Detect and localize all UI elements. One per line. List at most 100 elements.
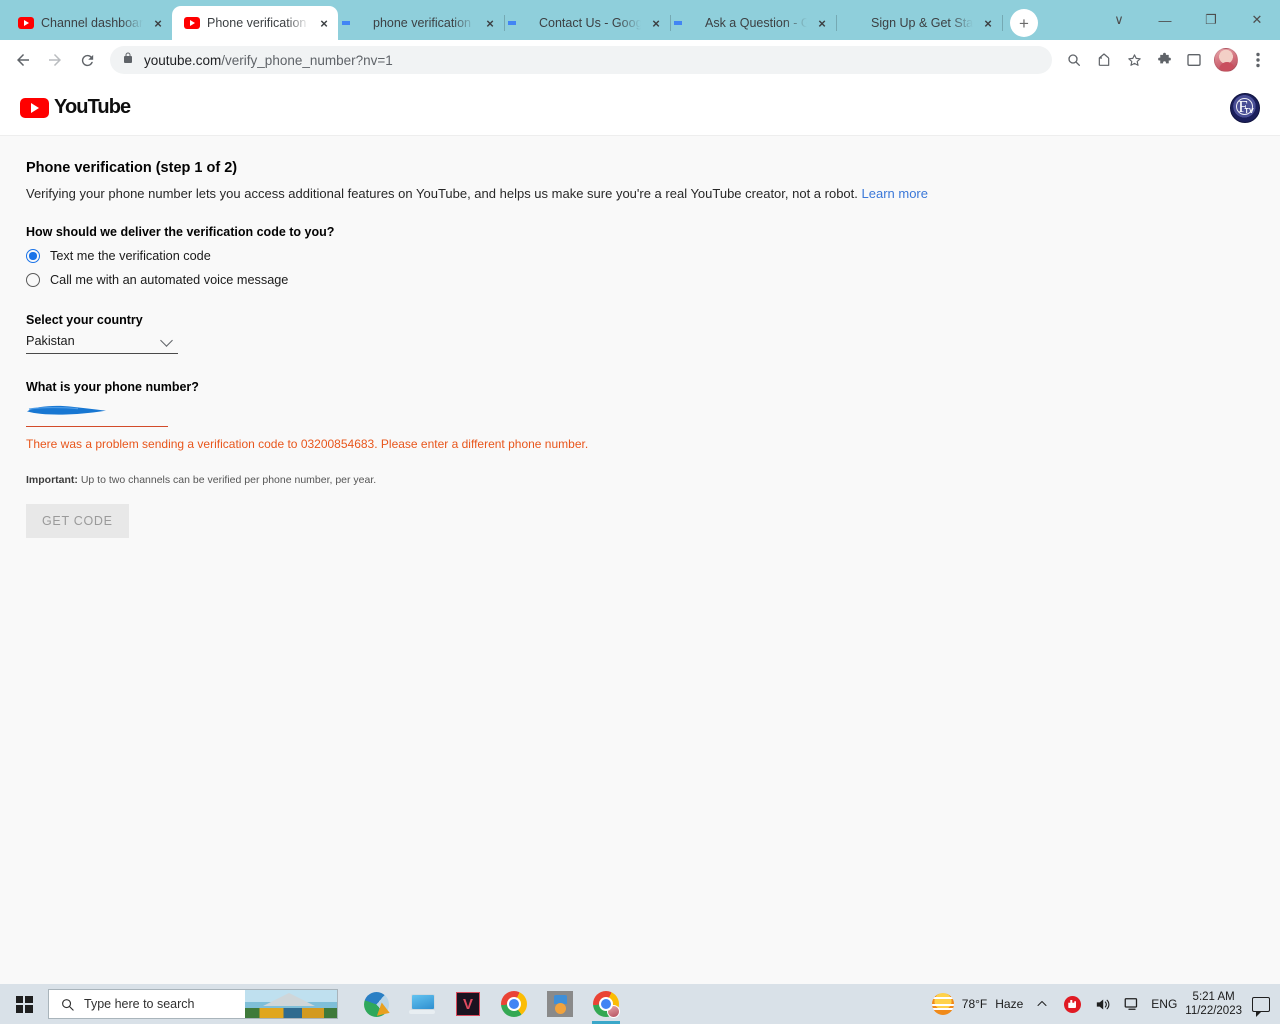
youtube-play-icon xyxy=(20,97,49,118)
tab-ask-a-question[interactable]: Ask a Question - G × xyxy=(670,6,837,40)
radio-option-call-me[interactable]: Call me with an automated voice message xyxy=(26,273,1254,287)
error-message: There was a problem sending a verificati… xyxy=(26,437,589,451)
tab-strip: Channel dashboard × Phone verification ×… xyxy=(0,0,1280,40)
google-icon xyxy=(516,15,532,31)
volume-icon[interactable] xyxy=(1091,992,1113,1016)
back-button[interactable] xyxy=(8,45,38,75)
maximize-button[interactable]: ❐ xyxy=(1188,0,1234,40)
description-text: Verifying your phone number lets you acc… xyxy=(26,186,858,201)
google-icon xyxy=(350,15,366,31)
chrome-icon xyxy=(501,991,527,1017)
url-host: youtube.com xyxy=(144,52,222,68)
country-select[interactable]: Pakistan xyxy=(26,334,178,354)
search-highlight-thumbnail xyxy=(245,990,337,1018)
profile-avatar[interactable] xyxy=(1214,48,1238,72)
channel-avatar[interactable]: F TV xyxy=(1230,92,1260,123)
puzzle-icon[interactable] xyxy=(1150,46,1178,74)
taskbar-app-valorant[interactable]: V xyxy=(448,984,488,1024)
clock-time: 5:21 AM xyxy=(1192,991,1235,1003)
country-selected-value: Pakistan xyxy=(26,334,75,348)
tab-title: Channel dashboard xyxy=(41,16,143,30)
lock-icon xyxy=(122,51,134,70)
tab-phone-verification-search[interactable]: phone verification × xyxy=(338,6,505,40)
search-icon[interactable] xyxy=(1060,46,1088,74)
close-window-button[interactable]: ✕ xyxy=(1234,0,1280,40)
radio-label: Call me with an automated voice message xyxy=(50,273,289,287)
valorant-icon: V xyxy=(456,992,480,1016)
browser-window: Channel dashboard × Phone verification ×… xyxy=(0,0,1280,984)
radio-button[interactable] xyxy=(26,273,40,287)
language-indicator[interactable]: ENG xyxy=(1151,997,1177,1011)
toolbar-icons xyxy=(1060,46,1272,74)
tab-contact-us[interactable]: Contact Us - Goog × xyxy=(504,6,671,40)
page-title: Phone verification (step 1 of 2) xyxy=(26,160,238,176)
address-bar[interactable]: youtube.com/verify_phone_number?nv=1 xyxy=(110,46,1052,74)
clock[interactable]: 5:21 AM 11/22/2023 xyxy=(1185,990,1242,1018)
tab-channel-dashboard[interactable]: Channel dashboard × xyxy=(6,6,173,40)
new-tab-button[interactable]: + xyxy=(1010,9,1038,37)
youtube-logo[interactable]: YouTube xyxy=(20,96,131,119)
side-panel-icon[interactable] xyxy=(1180,46,1208,74)
phone-input-underline xyxy=(26,425,168,427)
taskbar-app-chrome-window[interactable] xyxy=(586,984,626,1024)
tab-title: Phone verification xyxy=(207,16,307,30)
tab-phone-verification[interactable]: Phone verification × xyxy=(172,6,338,40)
haze-weather-icon xyxy=(931,993,954,1015)
get-code-button[interactable]: GET CODE xyxy=(26,504,129,538)
show-hidden-icons-button[interactable] xyxy=(1031,992,1053,1016)
verification-form: Phone verification (step 1 of 2) Verifyi… xyxy=(0,136,1280,538)
radio-label: Text me the verification code xyxy=(50,249,211,263)
notification-center-button[interactable] xyxy=(1250,992,1272,1017)
tab-close-button[interactable]: × xyxy=(150,15,166,31)
radio-option-text-me[interactable]: Text me the verification code xyxy=(26,249,1254,263)
tab-sign-up-get-started[interactable]: Sign Up & Get Star × xyxy=(836,6,1003,40)
tab-close-button[interactable]: × xyxy=(814,15,830,31)
tab-close-button[interactable]: × xyxy=(980,15,996,31)
taskbar-apps: V xyxy=(356,984,626,1024)
taskbar-search[interactable]: Type here to search xyxy=(48,989,338,1019)
reload-button[interactable] xyxy=(72,45,102,75)
notification-icon xyxy=(1252,996,1270,1017)
minimize-button[interactable]: — xyxy=(1142,0,1188,40)
search-icon xyxy=(62,998,74,1011)
phone-input[interactable] xyxy=(26,403,168,427)
taskbar-app-chrome[interactable] xyxy=(494,984,534,1024)
phone-label: What is your phone number? xyxy=(26,380,199,394)
chrome-icon xyxy=(593,991,620,1018)
forward-button[interactable] xyxy=(40,45,70,75)
windows-taskbar: Type here to search V 78°F Haze ENG 5:21 xyxy=(0,984,1280,1024)
radio-button-selected[interactable] xyxy=(26,249,40,263)
network-display-icon[interactable] xyxy=(1121,992,1143,1016)
tab-separator xyxy=(1002,15,1003,31)
weather-condition: Haze xyxy=(995,997,1024,1011)
tab-title: Sign Up & Get Star xyxy=(871,16,973,30)
avatar-sublabel: TV xyxy=(1244,107,1254,115)
window-controls: ∨ — ❐ ✕ xyxy=(1096,0,1280,40)
taskbar-app-media[interactable] xyxy=(540,984,580,1024)
tab-close-button[interactable]: × xyxy=(648,15,664,31)
star-icon[interactable] xyxy=(1120,46,1148,74)
tab-search-icon[interactable]: ∨ xyxy=(1096,0,1142,40)
three-dot-menu-icon[interactable] xyxy=(1244,46,1272,74)
tab-close-button[interactable]: × xyxy=(482,15,498,31)
weather-widget[interactable]: 78°F Haze xyxy=(931,993,1024,1015)
page-viewport: YouTube F TV Phone verification (step 1 … xyxy=(0,80,1280,984)
important-text: Up to two channels can be verified per p… xyxy=(77,474,377,486)
tab-title: phone verification xyxy=(373,16,471,30)
taskbar-app-remote-desktop[interactable] xyxy=(402,984,442,1024)
profile-badge-icon xyxy=(607,1005,620,1018)
taskbar-app-internet-download-manager[interactable] xyxy=(356,984,396,1024)
idm-tray-icon[interactable] xyxy=(1061,992,1083,1016)
tab-title: Ask a Question - G xyxy=(705,16,807,30)
system-tray: 78°F Haze ENG 5:21 AM 11/22/2023 xyxy=(931,990,1280,1018)
important-prefix: Important: xyxy=(26,474,78,486)
page-description: Verifying your phone number lets you acc… xyxy=(26,185,1254,203)
youtube-icon xyxy=(184,15,200,31)
tab-title: Contact Us - Goog xyxy=(539,16,641,30)
tab-close-button[interactable]: × xyxy=(316,15,332,31)
search-placeholder: Type here to search xyxy=(84,997,195,1011)
share-icon[interactable] xyxy=(1090,46,1118,74)
idm-icon xyxy=(363,991,389,1017)
start-button[interactable] xyxy=(0,984,48,1024)
learn-more-link[interactable]: Learn more xyxy=(862,186,928,201)
